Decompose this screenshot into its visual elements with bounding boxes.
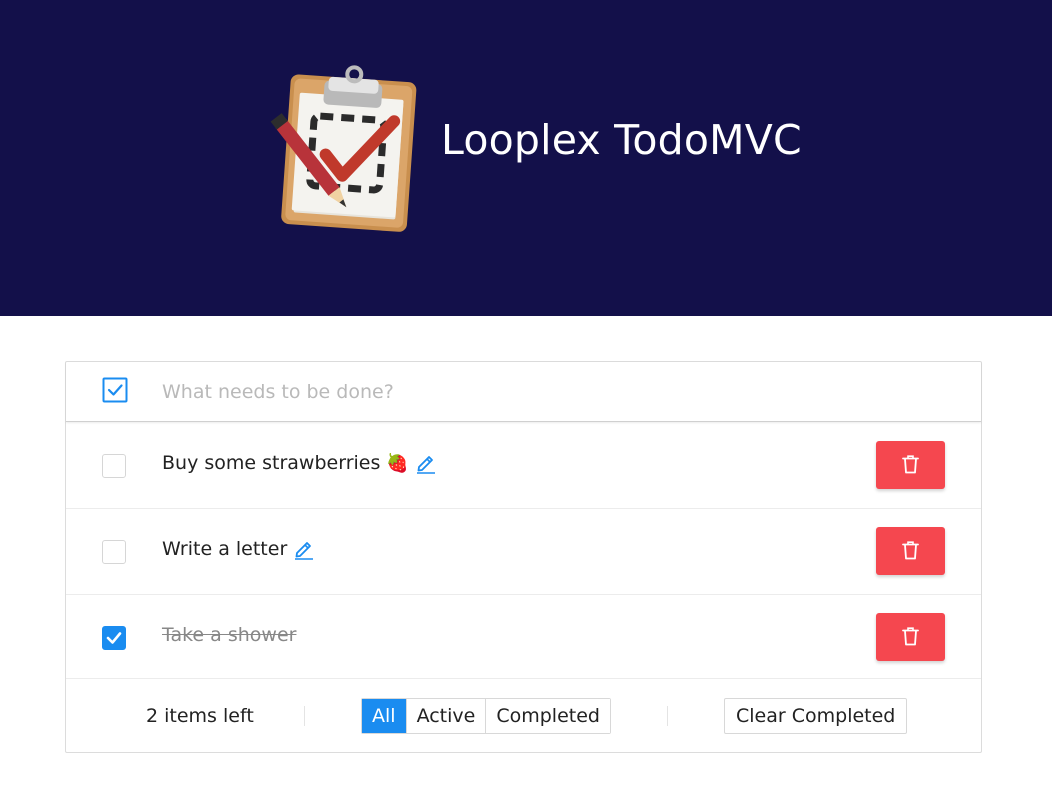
- clear-completed-button[interactable]: Clear Completed: [724, 698, 908, 734]
- new-todo-input[interactable]: [162, 374, 942, 410]
- delete-todo-button[interactable]: [876, 527, 945, 575]
- divider: [667, 706, 668, 726]
- todo-item: Buy some strawberries 🍓: [66, 423, 981, 509]
- checkmark-icon: [106, 632, 122, 644]
- filter-active[interactable]: Active: [406, 699, 487, 733]
- todo-item: Take a shower: [66, 595, 981, 679]
- todo-footer: 2 items left All Active Completed Clear …: [66, 680, 981, 752]
- app-header: Looplex TodoMVC: [0, 0, 1052, 316]
- items-left-count: 2 items left: [146, 705, 254, 727]
- todo-checkbox-checked[interactable]: [102, 626, 126, 650]
- todo-text: Buy some strawberries: [162, 452, 381, 474]
- filter-all[interactable]: All: [362, 699, 407, 733]
- trash-icon: [902, 627, 919, 646]
- todo-label[interactable]: Take a shower: [162, 624, 296, 646]
- toggle-all-checkbox-icon[interactable]: [102, 377, 128, 403]
- todo-label[interactable]: Buy some strawberries 🍓: [162, 452, 437, 474]
- todo-checkbox[interactable]: [102, 540, 126, 564]
- delete-todo-button[interactable]: [876, 613, 945, 661]
- todo-text: Take a shower: [162, 624, 297, 646]
- todo-checkbox[interactable]: [102, 454, 126, 478]
- todo-item: Write a letter: [66, 509, 981, 595]
- trash-icon: [902, 541, 919, 560]
- todo-text: Write a letter: [162, 538, 288, 560]
- clipboard-check-pencil-icon: [266, 60, 428, 235]
- new-todo-row: [66, 362, 981, 422]
- filter-completed[interactable]: Completed: [486, 699, 610, 733]
- divider: [304, 706, 305, 726]
- filter-group: All Active Completed: [361, 698, 611, 734]
- delete-todo-button[interactable]: [876, 441, 945, 489]
- todo-label[interactable]: Write a letter: [162, 538, 315, 560]
- app-title: Looplex TodoMVC: [441, 116, 802, 164]
- trash-icon: [902, 455, 919, 474]
- pencil-icon[interactable]: [415, 452, 437, 474]
- todo-panel: Buy some strawberries 🍓 Write a letter: [65, 361, 982, 753]
- pencil-icon[interactable]: [293, 538, 315, 560]
- strawberry-emoji: 🍓: [386, 452, 409, 474]
